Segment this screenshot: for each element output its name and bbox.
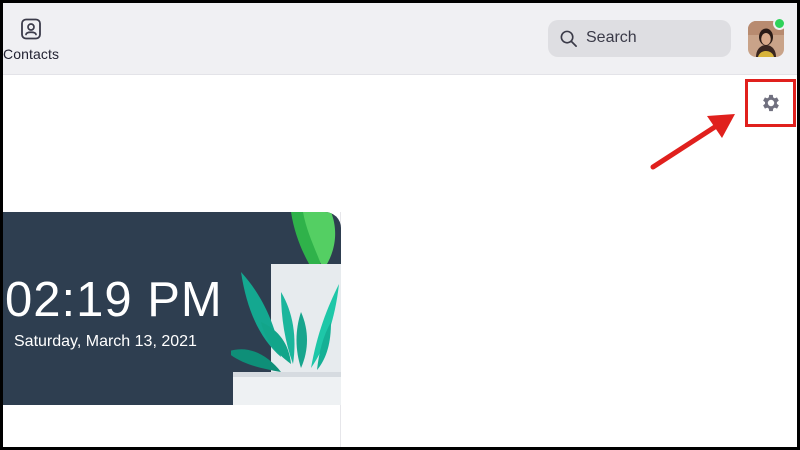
tab-contacts-label: Contacts xyxy=(3,46,60,62)
tab-contacts[interactable]: Contacts xyxy=(3,17,65,67)
app-window: Contacts Search 02:19 PM Saturday, March… xyxy=(0,0,800,450)
top-navigation-bar: Contacts Search xyxy=(3,3,797,75)
plant-illustration xyxy=(231,212,341,405)
clock-time: 02:19 PM xyxy=(5,273,223,327)
search-icon xyxy=(560,30,577,47)
clock-date: Saturday, March 13, 2021 xyxy=(14,333,197,350)
online-status-badge xyxy=(773,17,786,30)
search-placeholder: Search xyxy=(586,29,637,46)
annotation-arrow xyxy=(650,114,735,170)
search-input[interactable]: Search xyxy=(548,20,731,57)
gear-icon xyxy=(763,94,779,112)
contacts-icon xyxy=(21,18,41,40)
clock-banner: 02:19 PM Saturday, March 13, 2021 xyxy=(3,212,341,405)
clock-card: 02:19 PM Saturday, March 13, 2021 xyxy=(3,212,341,447)
